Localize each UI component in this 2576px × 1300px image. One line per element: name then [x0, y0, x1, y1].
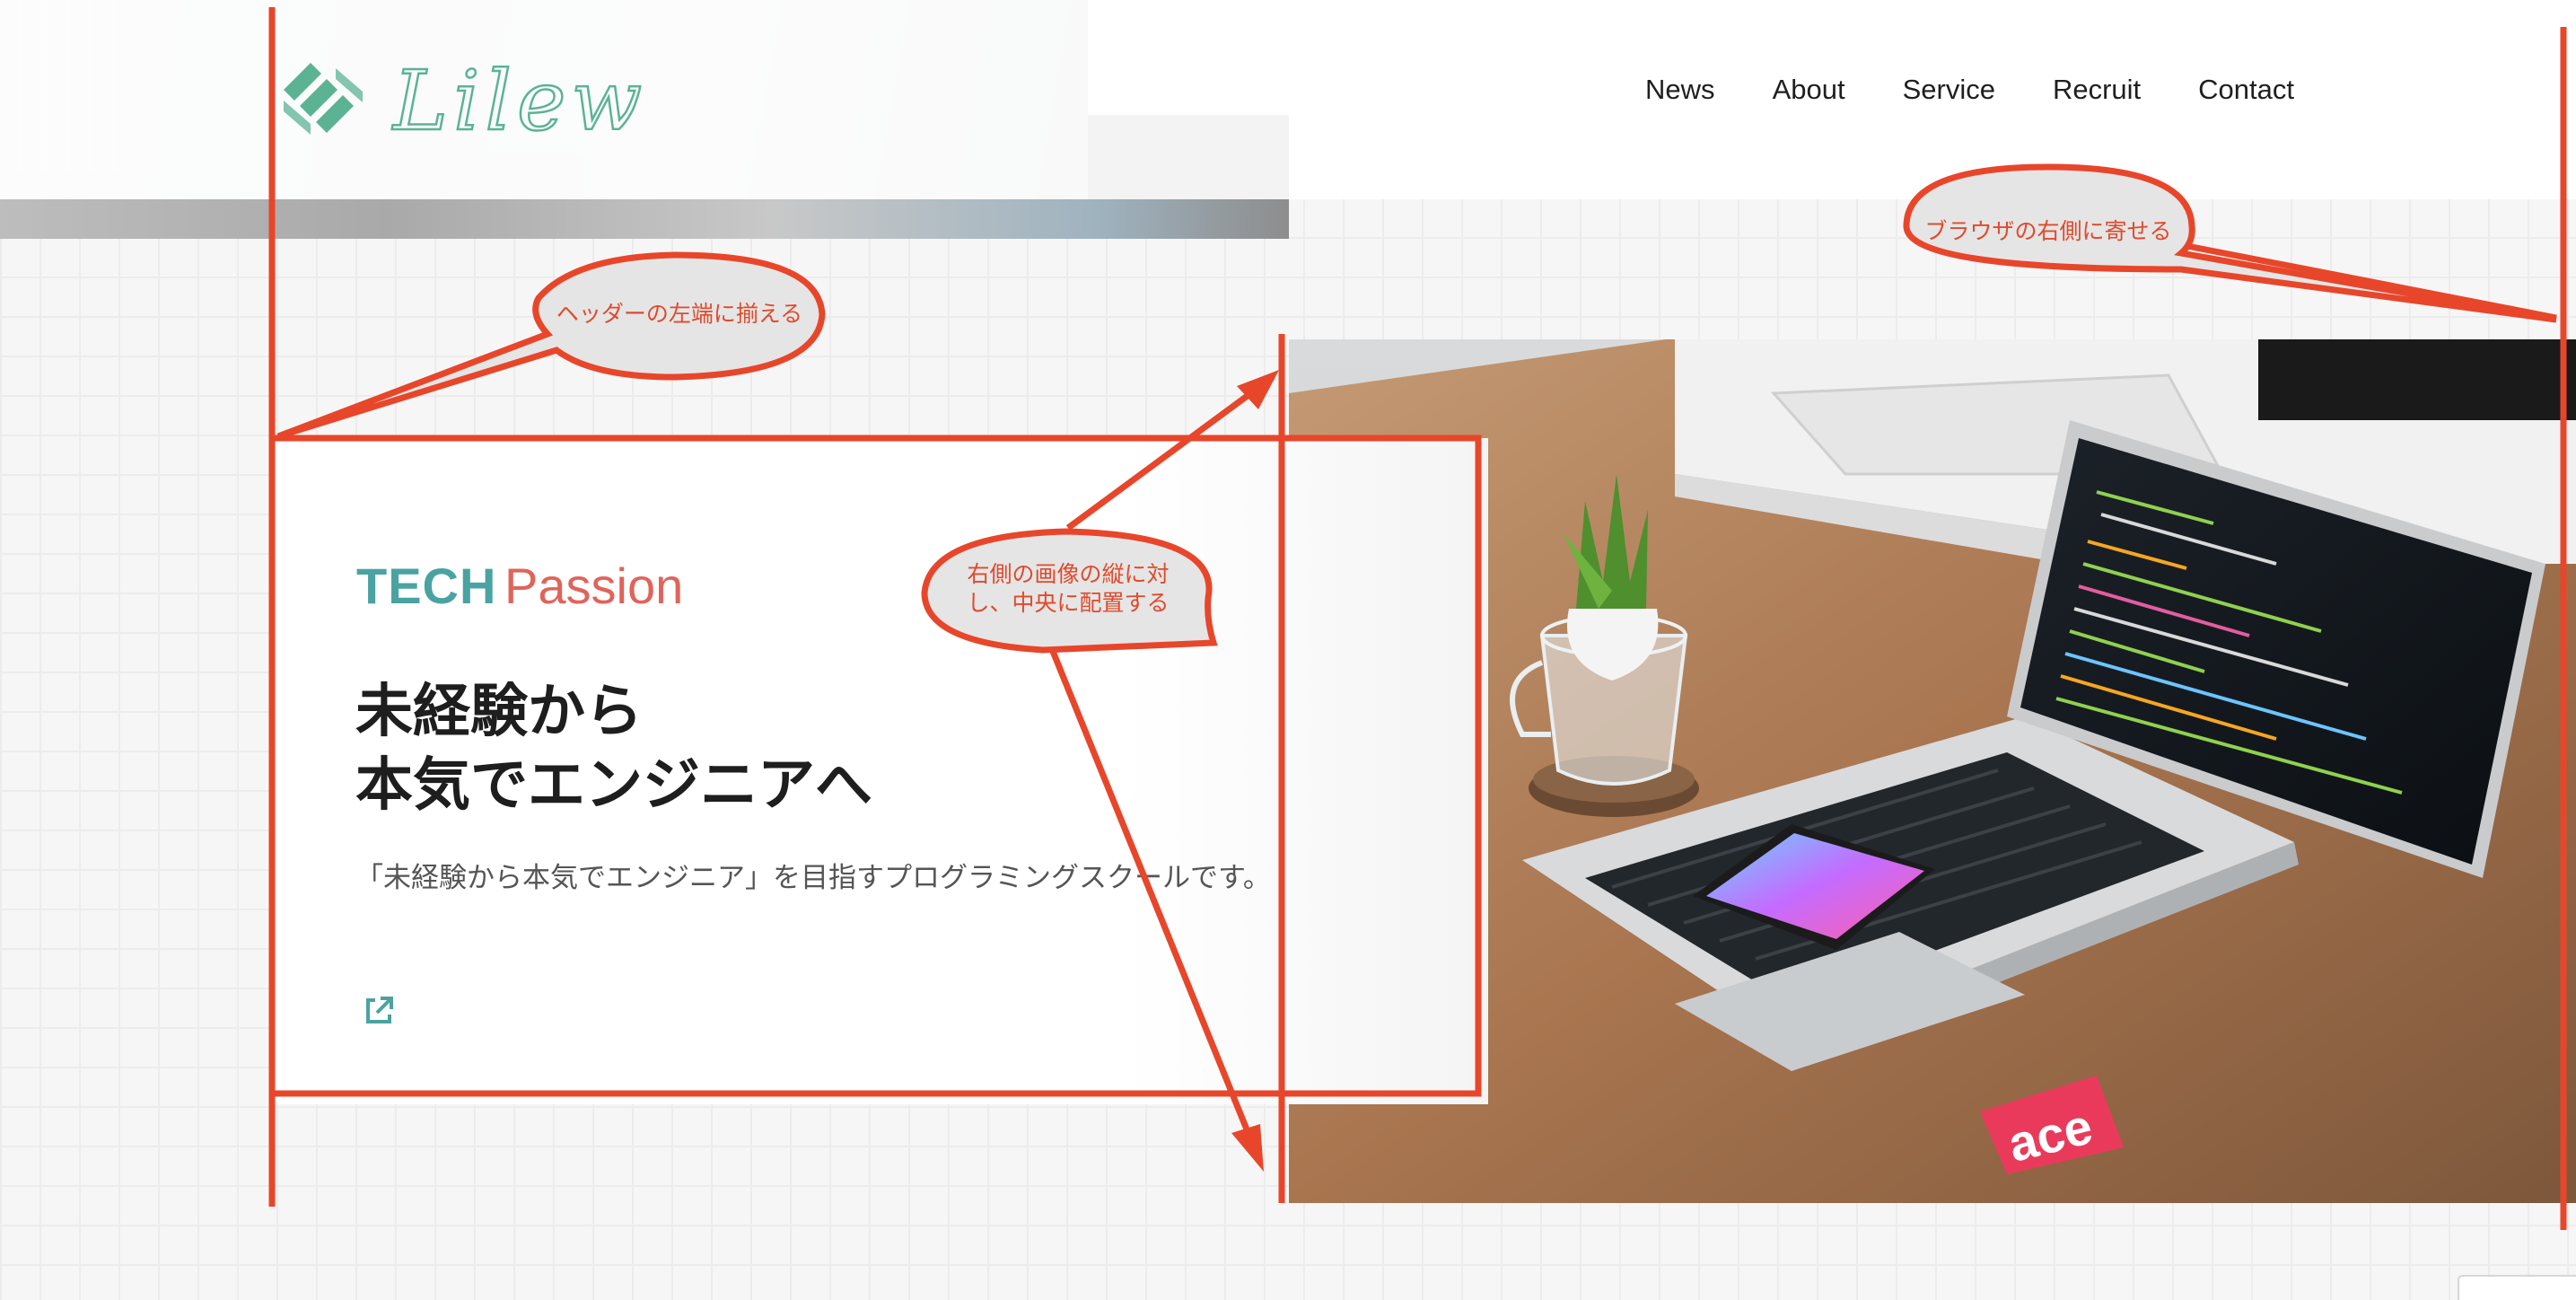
- recaptcha-badge[interactable]: [2458, 1275, 2576, 1300]
- annotation-overlay: [268, 7, 2567, 1230]
- card-outline: [268, 435, 1482, 1097]
- annotation-center: 右側の画像の縦に対 し、中央に配置する: [942, 560, 1194, 618]
- pointer-down: [1047, 643, 1262, 1160]
- annotation-center-line1: 右側の画像の縦に対: [967, 561, 1170, 587]
- bubble-header-left: [276, 251, 826, 440]
- arrowhead-up: [1237, 370, 1279, 409]
- annotation-header-left: ヘッダーの左端に揃える: [556, 301, 803, 327]
- annotation-browser-right: ブラウザの右側に寄せる: [1924, 218, 2172, 244]
- pointer-up: [1065, 374, 1275, 531]
- arrowhead-down: [1231, 1124, 1264, 1172]
- annotation-center-line2: し、中央に配置する: [967, 590, 1170, 616]
